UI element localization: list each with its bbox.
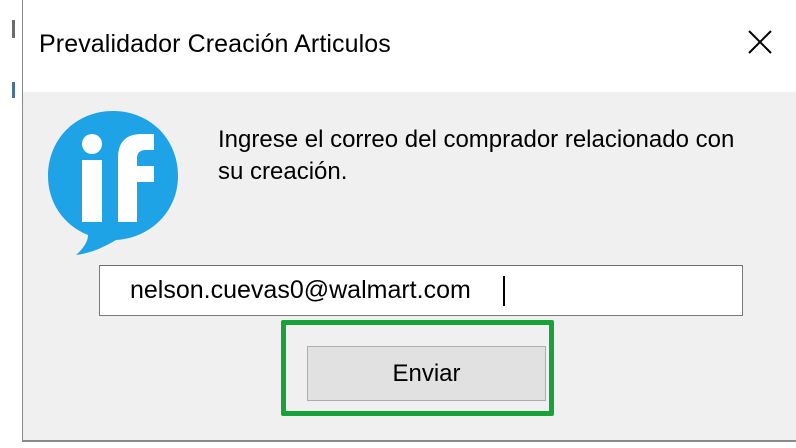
prompt-message-line: su creación. (218, 158, 348, 185)
text-caret (503, 276, 505, 306)
prompt-message: Ingrese el correo del comprador relacion… (218, 124, 796, 188)
background-window-mark (12, 20, 15, 38)
prevalidator-dialog: Prevalidador Creación Articulos Ingrese … (22, 0, 796, 442)
dialog-content: Ingrese el correo del comprador relacion… (23, 92, 796, 440)
prompt-message-line: Ingrese el correo del comprador relacion… (218, 126, 735, 153)
dialog-title: Prevalidador Creación Articulos (39, 30, 391, 58)
close-button[interactable] (742, 24, 778, 60)
email-input[interactable] (99, 265, 743, 316)
background-window-edge (0, 0, 20, 448)
send-button[interactable]: Enviar (307, 346, 546, 401)
if-logo-speech-bubble-icon (38, 106, 188, 256)
title-bar[interactable]: Prevalidador Creación Articulos (23, 0, 796, 92)
background-window-mark (12, 82, 15, 98)
close-icon (748, 30, 772, 54)
